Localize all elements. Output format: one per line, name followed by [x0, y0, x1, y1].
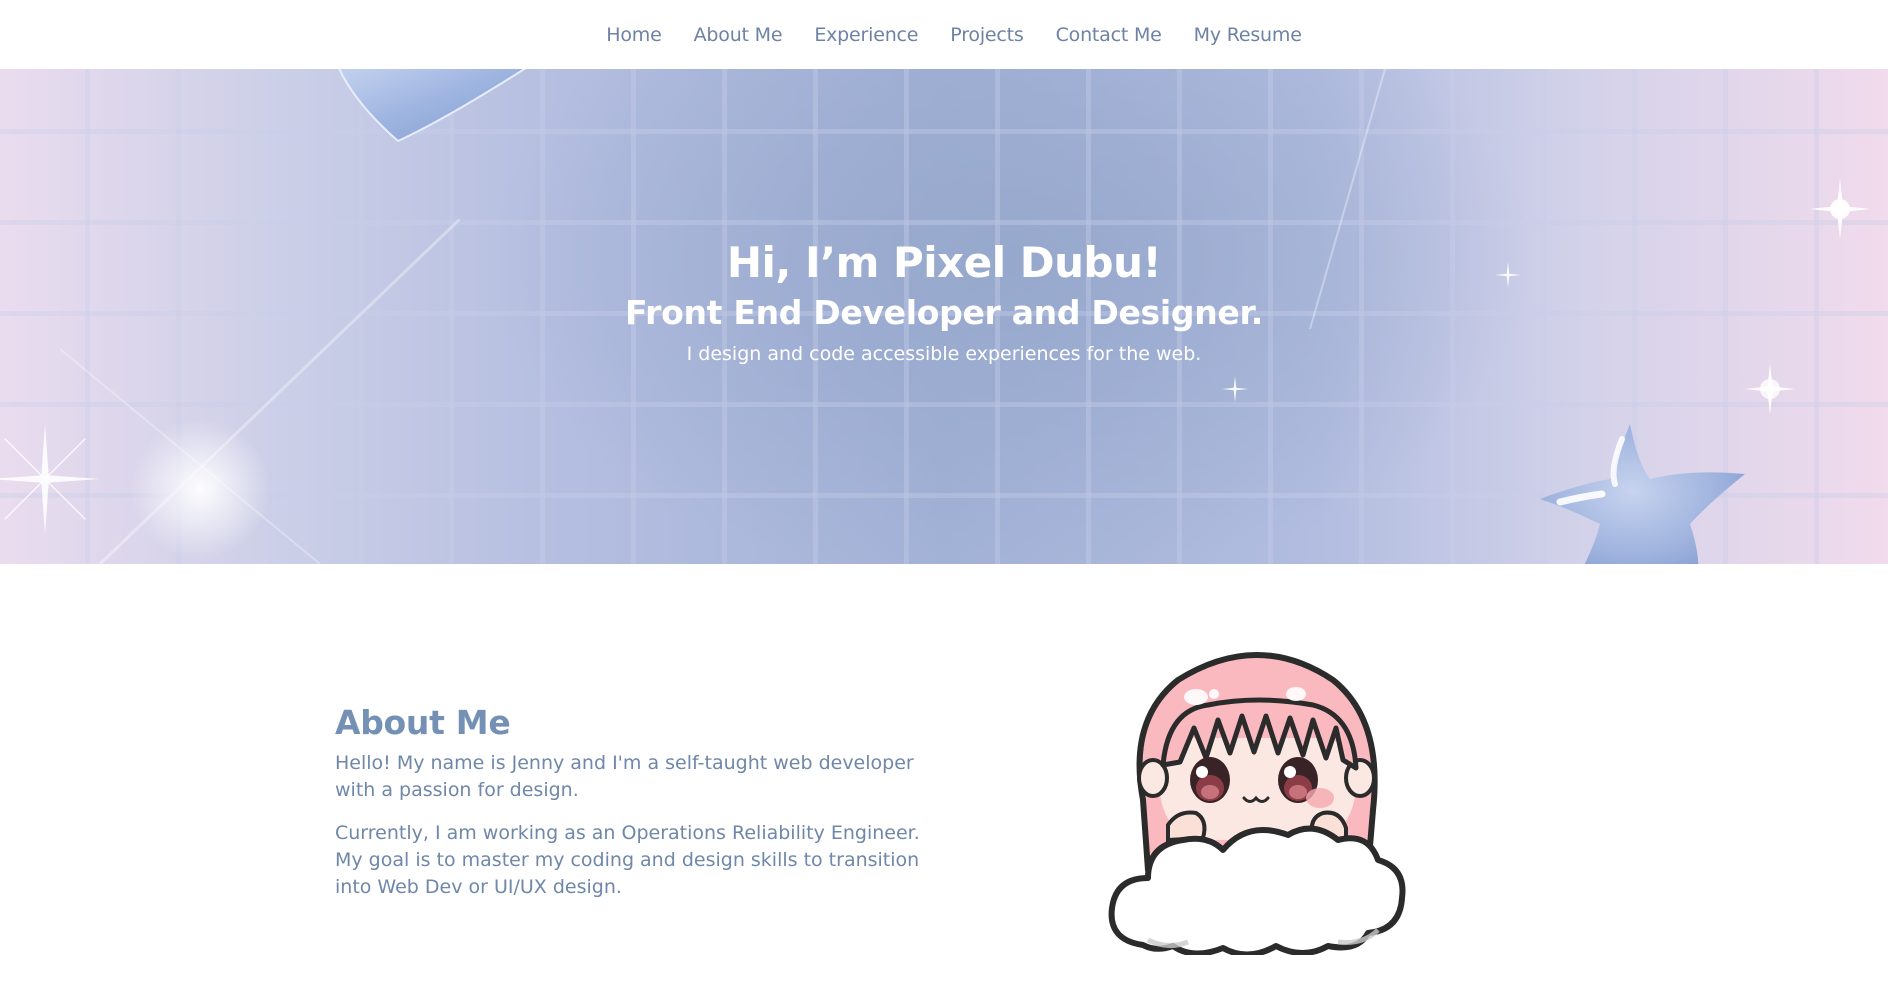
nav-link-about-me[interactable]: About Me: [678, 24, 799, 46]
nav-link-contact-me[interactable]: Contact Me: [1040, 24, 1178, 46]
star-icon: [1540, 424, 1745, 564]
nav-link-my-resume[interactable]: My Resume: [1178, 24, 1318, 46]
chibi-avatar-image: [1108, 652, 1406, 955]
about-paragraph: Currently, I am working as an Operations…: [335, 822, 920, 898]
nav-link-projects[interactable]: Projects: [934, 24, 1039, 46]
nav-link-home[interactable]: Home: [590, 24, 677, 46]
sparkle-icon: [1810, 179, 1870, 239]
heart-icon: [338, 69, 527, 143]
sparkle-icon: [1222, 376, 1248, 402]
nav-link-experience[interactable]: Experience: [798, 24, 934, 46]
nav-menu: Home About Me Experience Projects Contac…: [590, 24, 1317, 46]
hero-tagline: I design and code accessible experiences…: [686, 343, 1202, 365]
about-paragraph: Hello! My name is Jenny and I'm a self-t…: [335, 752, 914, 801]
hero-subtitle: Front End Developer and Designer.: [625, 293, 1263, 332]
about-heading: About Me: [335, 703, 511, 742]
hero-text-block: Hi, I’m Pixel Dubu! Front End Developer …: [0, 239, 1888, 367]
top-navbar: Home About Me Experience Projects Contac…: [0, 0, 1888, 69]
about-section: About Me Hello! My name is Jenny and I'm…: [335, 700, 935, 901]
sparkle-icon: [1745, 364, 1795, 414]
hero-title: Hi, I’m Pixel Dubu!: [726, 238, 1162, 287]
hero-banner: Hi, I’m Pixel Dubu! Front End Developer …: [0, 69, 1888, 564]
